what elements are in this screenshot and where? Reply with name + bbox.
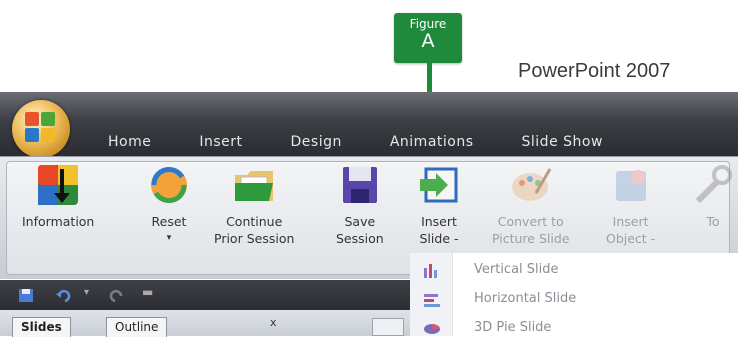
wrench-icon xyxy=(695,165,732,204)
reset-button[interactable]: Reset ▾ xyxy=(146,163,192,247)
reset-icon xyxy=(151,166,187,204)
save-label-1: Save xyxy=(344,214,376,229)
tools-label: To xyxy=(706,214,720,229)
office-logo-icon xyxy=(25,112,55,142)
continue-label-2: Prior Session xyxy=(214,231,295,246)
pane-scroll-box xyxy=(372,318,404,336)
callout-line2: A xyxy=(421,30,435,52)
floppy-disk-icon xyxy=(342,167,377,203)
folder-icon xyxy=(235,171,274,201)
redo-icon[interactable] xyxy=(108,288,124,303)
tab-animations[interactable]: Animations xyxy=(390,134,474,150)
undo-icon[interactable] xyxy=(56,288,72,303)
undo-dropdown-icon[interactable]: ▾ xyxy=(84,287,89,298)
information-label: Information xyxy=(22,214,95,229)
convert-label-1: Convert to xyxy=(497,214,564,229)
save-icon[interactable] xyxy=(18,288,34,303)
tab-home[interactable]: Home xyxy=(108,134,151,150)
convert-label-2: Picture Slide xyxy=(492,231,570,246)
pie-chart-icon xyxy=(424,324,440,334)
tools-button[interactable]: To xyxy=(690,163,736,230)
continue-prior-session-button[interactable]: Continue Prior Session xyxy=(214,163,294,247)
menu-item-vertical-slide[interactable]: Vertical Slide xyxy=(474,262,559,277)
menu-item-horizontal-slide[interactable]: Horizontal Slide xyxy=(474,291,576,306)
quick-access-toolbar: ▾ ▬ xyxy=(0,280,410,310)
reset-label: Reset xyxy=(151,214,187,229)
product-title: PowerPoint 2007 xyxy=(518,60,671,82)
vertical-bar-chart-icon xyxy=(424,264,437,278)
close-pane-icon[interactable]: x xyxy=(270,316,277,329)
customize-toolbar-icon[interactable]: ▬ xyxy=(142,285,153,299)
insert-slide-label-2: Slide - xyxy=(419,231,459,246)
insert-object-button[interactable]: Insert Object - xyxy=(606,163,655,247)
tab-insert[interactable]: Insert xyxy=(199,134,242,150)
insert-slide-button[interactable]: Insert Slide - xyxy=(410,161,482,255)
horizontal-bar-chart-icon xyxy=(424,294,440,307)
insert-object-label-2: Object - xyxy=(606,231,656,246)
figure-callout: Figure A xyxy=(394,13,462,63)
ribbon-tabs: Home Insert Design Animations Slide Show xyxy=(108,134,651,150)
convert-to-picture-slide-button[interactable]: Convert to Picture Slide xyxy=(492,163,569,247)
insert-slide-label-1: Insert xyxy=(421,214,457,229)
insert-object-icon xyxy=(615,170,646,201)
continue-label-1: Continue xyxy=(226,214,283,229)
reset-dropdown-icon[interactable]: ▾ xyxy=(146,230,192,247)
insert-object-label-1: Insert xyxy=(612,214,649,229)
tab-slides[interactable]: Slides xyxy=(12,317,71,337)
insert-slide-icon xyxy=(420,167,458,203)
tab-slide-show[interactable]: Slide Show xyxy=(522,134,603,150)
save-label-2: Session xyxy=(336,231,384,246)
save-session-button[interactable]: Save Session xyxy=(336,163,384,247)
information-button[interactable]: Information xyxy=(22,163,94,230)
tab-outline[interactable]: Outline xyxy=(106,317,168,337)
menu-item-3d-pie-slide[interactable]: 3D Pie Slide xyxy=(474,320,551,335)
information-icon xyxy=(38,165,79,205)
tab-design[interactable]: Design xyxy=(291,134,342,150)
callout-line1: Figure xyxy=(409,17,447,31)
palette-icon xyxy=(511,168,552,201)
